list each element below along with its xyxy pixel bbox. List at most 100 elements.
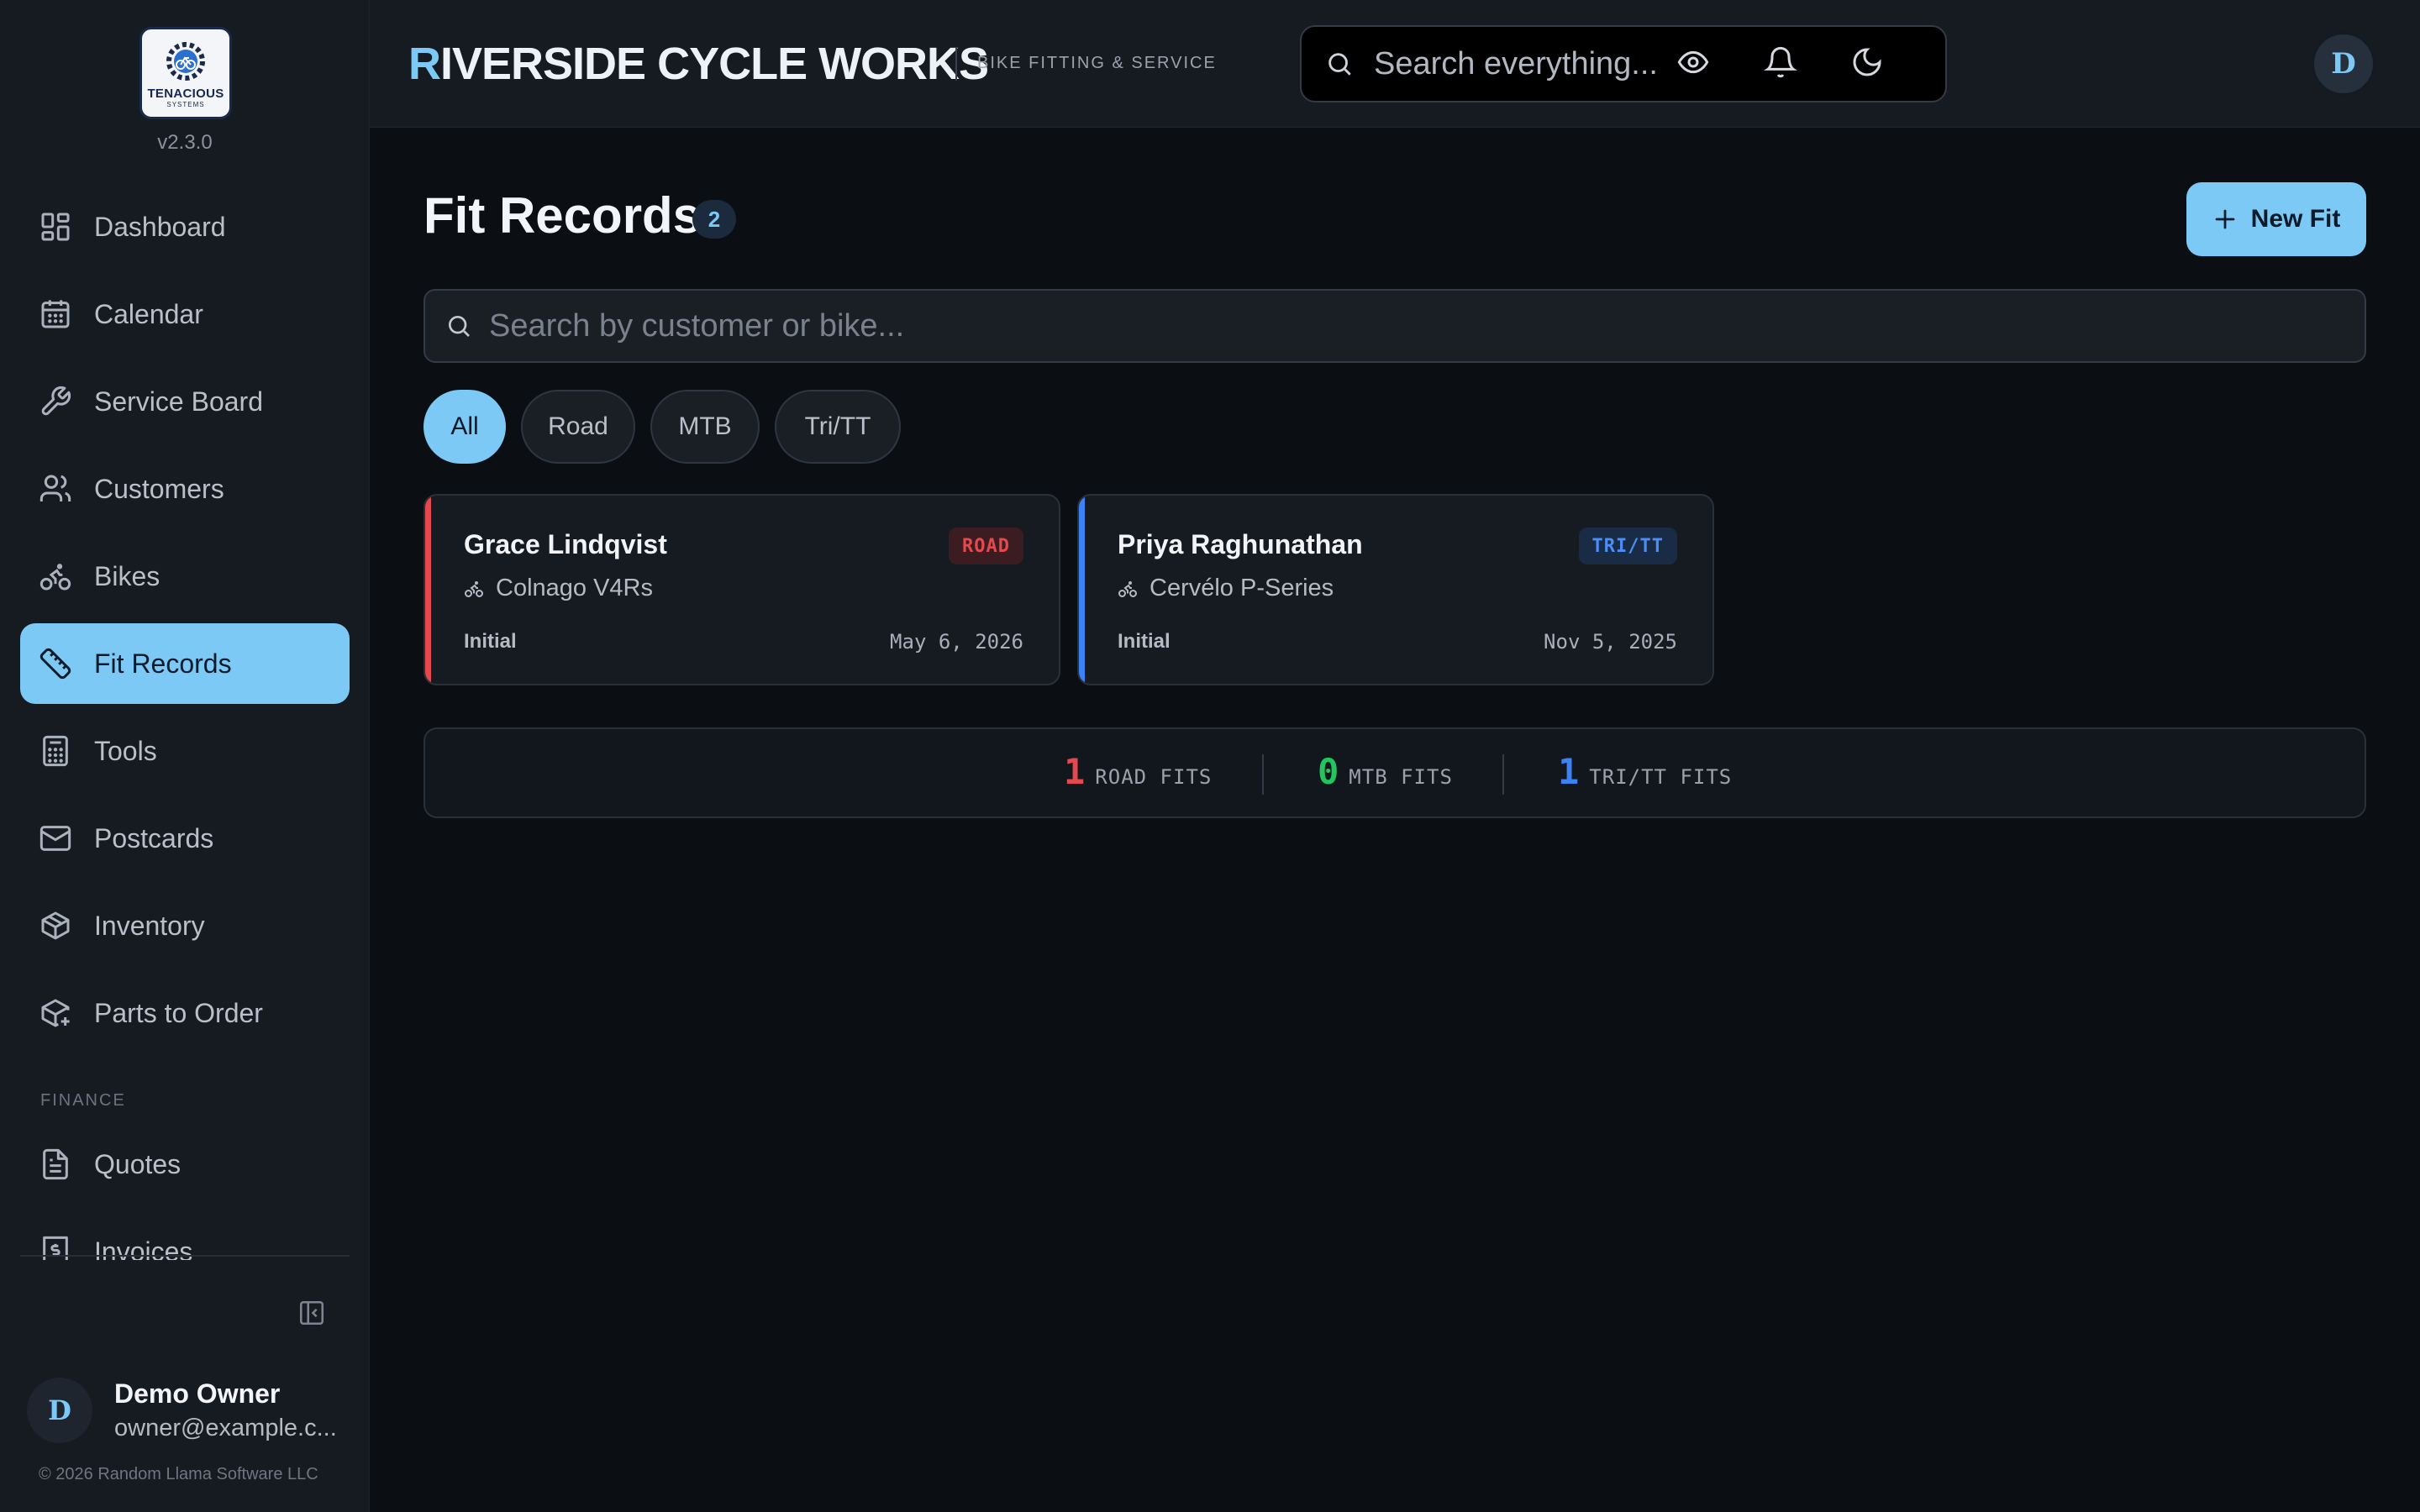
card-accent-bar <box>425 496 431 684</box>
sidebar-item-fit-records[interactable]: Fit Records <box>20 623 350 704</box>
filter-mtb[interactable]: MTB <box>650 390 760 464</box>
sidebar-item-label: Calendar <box>94 298 203 329</box>
fit-date: Nov 5, 2025 <box>1544 630 1677 654</box>
stat-value: 0 <box>1318 751 1339 792</box>
sidebar-divider <box>20 1255 350 1257</box>
sidebar: TENACIOUS SYSTEMS v2.3.0 Dashboard Calen… <box>0 0 370 1512</box>
sidebar-nav: Dashboard Calendar Service Board Custome… <box>20 186 350 1260</box>
sidebar-item-label: Fit Records <box>94 648 232 679</box>
sidebar-item-dashboard[interactable]: Dashboard <box>20 186 350 267</box>
nav-section-finance: FINANCE <box>40 1091 126 1110</box>
stat-road-fits: 1 ROAD FITS <box>1064 751 1212 792</box>
user-avatar-button[interactable]: D <box>2312 32 2375 96</box>
stat-value: 1 <box>1064 751 1086 792</box>
moon-icon <box>1853 48 1881 76</box>
users-icon <box>39 475 71 501</box>
sidebar-item-label: Parts to Order <box>94 997 263 1028</box>
fit-stats-bar: 1 ROAD FITS 0 MTB FITS 1 TRI/TT FITS <box>424 727 2366 818</box>
record-count-badge: 2 <box>692 200 736 239</box>
brand-divider <box>955 47 957 81</box>
brand-initial: R <box>408 39 441 89</box>
sidebar-item-label: Dashboard <box>94 211 226 242</box>
sidebar-item-label: Postcards <box>94 822 214 853</box>
app-logo[interactable]: TENACIOUS SYSTEMS <box>139 27 232 119</box>
customer-name: Grace Lindqvist <box>464 529 667 559</box>
fit-search-input[interactable] <box>489 307 2338 344</box>
app-version: v2.3.0 <box>157 131 213 154</box>
fit-record-card[interactable]: Priya Raghunathan TRI/TT Cervélo P-Serie… <box>1077 494 1714 685</box>
search-icon <box>1328 53 1351 76</box>
box-icon <box>41 911 70 940</box>
current-user[interactable]: D Demo Owner owner@example.c... <box>27 1373 355 1448</box>
collapse-sidebar-button[interactable] <box>297 1299 326 1327</box>
user-email: owner@example.c... <box>114 1415 337 1441</box>
top-bar: R IVERSIDE CYCLE WORKS BIKE FITTING & SER… <box>370 0 2420 128</box>
new-fit-button[interactable]: New Fit <box>2186 182 2366 256</box>
customer-name: Priya Raghunathan <box>1118 529 1363 559</box>
bike-model-row: Colnago V4Rs <box>464 575 653 602</box>
brand-title[interactable]: R IVERSIDE CYCLE WORKS <box>408 34 989 94</box>
sidebar-item-parts-to-order[interactable]: Parts to Order <box>20 973 350 1053</box>
fit-search[interactable] <box>424 289 2366 363</box>
bike-icon <box>39 564 71 591</box>
stat-mtb-fits: 0 MTB FITS <box>1318 751 1453 792</box>
new-fit-label: New Fit <box>2250 205 2341 233</box>
package-plus-icon <box>41 999 70 1027</box>
filter-tri-tt[interactable]: Tri/TT <box>775 390 901 464</box>
discipline-badge: TRI/TT <box>1578 528 1677 564</box>
logo-subtitle: SYSTEMS <box>166 101 205 108</box>
stat-divider <box>1502 754 1504 795</box>
discipline-badge: ROAD <box>949 528 1023 564</box>
sidebar-item-label: Inventory <box>94 910 205 941</box>
calendar-icon <box>41 300 70 328</box>
plus-icon <box>2215 209 2235 229</box>
filter-road[interactable]: Road <box>521 390 635 464</box>
copyright: © 2026 Random Llama Software LLC <box>39 1465 318 1483</box>
sidebar-item-customers[interactable]: Customers <box>20 449 350 529</box>
fit-record-card[interactable]: Grace Lindqvist ROAD Colnago V4Rs Initia… <box>424 494 1060 685</box>
stat-value: 1 <box>1558 751 1580 792</box>
bike-model: Colnago V4Rs <box>496 575 653 601</box>
sidebar-item-service-board[interactable]: Service Board <box>20 361 350 442</box>
sidebar-item-label: Tools <box>94 735 157 766</box>
panel-collapse-icon <box>299 1300 324 1326</box>
card-accent-bar <box>1079 496 1085 684</box>
notifications-button[interactable] <box>1764 45 1797 79</box>
stat-divider <box>1262 754 1264 795</box>
fit-type: Initial <box>464 630 517 653</box>
sidebar-item-bikes[interactable]: Bikes <box>20 536 350 617</box>
ruler-icon <box>39 648 71 680</box>
calculator-icon <box>43 735 68 767</box>
sidebar-item-postcards[interactable]: Postcards <box>20 798 350 879</box>
brand-name: IVERSIDE CYCLE WORKS <box>440 39 989 89</box>
bike-icon <box>465 580 483 597</box>
fit-type: Initial <box>1118 630 1171 653</box>
sidebar-item-tools[interactable]: Tools <box>20 711 350 791</box>
sidebar-item-label: Customers <box>94 473 224 504</box>
sidebar-item-label: Bikes <box>94 560 160 591</box>
filter-chips: All Road MTB Tri/TT <box>424 390 916 464</box>
bike-model-row: Cervélo P-Series <box>1118 575 1334 602</box>
bike-icon <box>1118 580 1137 597</box>
logo-wordmark: TENACIOUS <box>147 87 224 101</box>
search-icon <box>449 316 470 337</box>
document-icon <box>43 1148 68 1180</box>
dashboard-icon <box>41 213 70 241</box>
mail-icon <box>39 826 71 851</box>
gear-icon <box>166 42 205 81</box>
user-name: Demo Owner <box>114 1378 281 1409</box>
avatar: D <box>27 1378 92 1443</box>
wrench-icon <box>41 386 71 416</box>
stat-label: ROAD FITS <box>1095 765 1213 789</box>
filter-all[interactable]: All <box>424 390 506 464</box>
sidebar-item-quotes[interactable]: Quotes <box>20 1124 350 1205</box>
global-search-input[interactable] <box>1374 45 1912 82</box>
preview-toggle-button[interactable] <box>1676 45 1710 79</box>
stat-label: MTB FITS <box>1349 765 1453 789</box>
sidebar-item-calendar[interactable]: Calendar <box>20 274 350 354</box>
theme-toggle-button[interactable] <box>1850 45 1884 79</box>
sidebar-item-inventory[interactable]: Inventory <box>20 885 350 966</box>
bell-icon <box>1764 46 1797 78</box>
sidebar-item-invoices[interactable]: Invoices <box>20 1211 350 1260</box>
eye-icon <box>1677 50 1709 74</box>
